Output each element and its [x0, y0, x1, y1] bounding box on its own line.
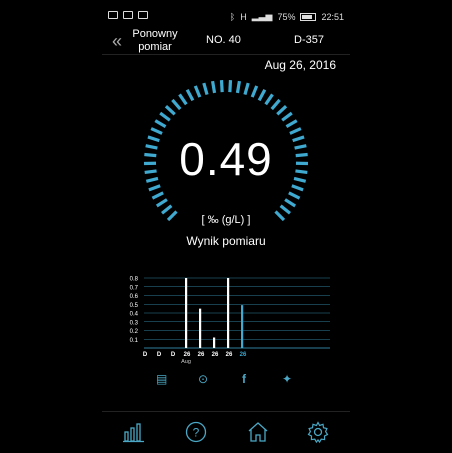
gauge-tick	[155, 121, 165, 127]
home-icon[interactable]	[246, 420, 270, 444]
app-screen: ᛒ H ▂▃▅ 75% 22:51 « Ponowny pomiar NO. 4…	[102, 0, 350, 452]
device-id: D-357	[294, 34, 324, 46]
gauge-tick	[172, 100, 180, 109]
gauge-tick	[259, 90, 265, 101]
gauge-tick	[286, 121, 296, 127]
facebook-icon[interactable]: f	[242, 372, 246, 386]
chart-bar[interactable]	[241, 305, 243, 348]
clock: 22:51	[321, 12, 344, 22]
gauge-tick	[187, 90, 193, 101]
battery-percent: 75%	[277, 12, 295, 22]
gauge-tick	[292, 186, 303, 190]
bottom-nav: ?	[102, 411, 350, 453]
reading-value: 0.49	[102, 132, 350, 186]
gauge-tick	[289, 193, 300, 198]
x-tick-label: D	[157, 352, 162, 358]
y-tick-label: 0.5	[130, 303, 139, 309]
x-tick-label: 26	[184, 352, 191, 358]
gauge-tick	[213, 81, 215, 93]
gauge-tick	[277, 106, 286, 114]
gauge-tick	[222, 80, 223, 92]
gallery-icon	[123, 11, 133, 19]
chart-bar[interactable]	[227, 278, 229, 348]
message-icon	[108, 11, 118, 19]
gauge-tick	[152, 193, 163, 198]
gauge-tick	[180, 94, 187, 104]
header-bar: « Ponowny pomiar NO. 40 D-357	[102, 28, 350, 55]
x-tick-label: 26	[240, 352, 247, 358]
y-tick-label: 0.4	[130, 312, 139, 318]
x-tick-label: 26	[212, 352, 219, 358]
gauge-tick	[272, 100, 280, 109]
y-tick-label: 0.7	[130, 285, 139, 291]
back-chevron-icon[interactable]: «	[112, 31, 122, 52]
measurement-date: Aug 26, 2016	[265, 58, 336, 72]
y-tick-label: 0.8	[130, 277, 139, 283]
y-tick-label: 0.2	[130, 329, 139, 335]
gauge-tick	[285, 200, 295, 206]
chat-icon[interactable]: ⊙	[198, 372, 208, 386]
chart-bar[interactable]	[185, 278, 187, 348]
gauge-tick	[266, 94, 273, 104]
help-icon[interactable]: ?	[184, 420, 208, 444]
share-bar: ▤ ⊙ f ✦	[102, 372, 350, 394]
battery-icon	[300, 13, 316, 21]
chart-bar[interactable]	[213, 338, 215, 349]
x-tick-label: 26	[226, 352, 233, 358]
gauge-tick	[149, 186, 160, 190]
measurement-number: NO. 40	[206, 34, 241, 46]
reading-unit: [ ‰ (g/L) ]	[102, 214, 350, 226]
x-tick-label: D	[171, 352, 176, 358]
gauge-tick	[162, 206, 171, 214]
x-sublabel: Aug	[181, 359, 191, 365]
history-icon[interactable]	[122, 420, 146, 444]
gauge-tick	[281, 206, 290, 214]
network-type: H	[240, 12, 247, 22]
reading-label: Wynik pomiaru	[102, 234, 350, 248]
mail-icon	[138, 11, 148, 19]
gauge-tick	[195, 86, 199, 97]
gauge-tick	[252, 86, 256, 97]
twitter-icon[interactable]: ✦	[282, 372, 292, 386]
y-tick-label: 0.1	[130, 338, 139, 344]
x-tick-label: D	[143, 352, 148, 358]
status-bar: ᛒ H ▂▃▅ 75% 22:51	[102, 9, 350, 25]
bluetooth-icon: ᛒ	[230, 12, 235, 22]
y-tick-label: 0.3	[130, 320, 139, 326]
gauge-tick	[282, 113, 292, 120]
gauge-tick	[230, 80, 231, 92]
gauge-tick	[237, 81, 239, 93]
x-tick-label: 26	[198, 352, 205, 358]
svg-text:?: ?	[193, 426, 200, 440]
chart-bar[interactable]	[199, 309, 201, 348]
signal-icon: ▂▃▅	[252, 11, 273, 22]
history-chart: 0.10.20.30.40.50.60.70.8DDD2626262626Aug	[102, 272, 350, 372]
gauge-tick	[157, 200, 167, 206]
notes-icon[interactable]: ▤	[156, 372, 167, 386]
gauge-tick	[245, 83, 248, 95]
remeasure-button[interactable]: Ponowny pomiar	[130, 28, 180, 54]
gauge-tick	[204, 83, 207, 95]
y-tick-label: 0.6	[130, 294, 139, 300]
gauge-tick	[160, 113, 170, 120]
gauge-tick	[166, 106, 175, 114]
settings-icon[interactable]	[306, 420, 330, 444]
